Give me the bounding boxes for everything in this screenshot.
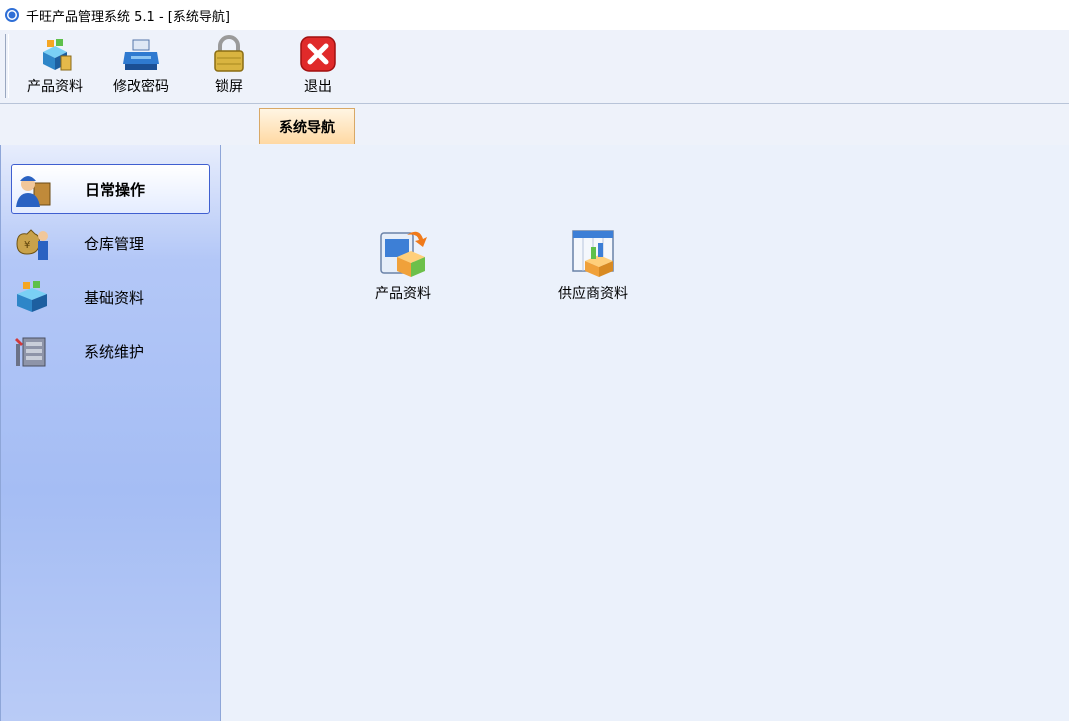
padlock-icon xyxy=(214,35,244,72)
tab-strip: 系统导航 xyxy=(0,104,1069,145)
toolbar-button-label: 产品资料 xyxy=(27,79,83,95)
title-bar: 千旺产品管理系统 5.1 - [系统导航] xyxy=(0,0,1069,30)
sidebar-item-label: 日常操作 xyxy=(85,180,146,199)
app-window: 千旺产品管理系统 5.1 - [系统导航] 产品资料 修改密码 锁屏 退出 系统… xyxy=(0,0,1069,721)
supplier-info-shortcut[interactable]: 供应商资料 xyxy=(546,221,640,303)
app-logo-icon xyxy=(5,8,19,22)
product-box-icon xyxy=(17,281,47,312)
lock-screen-button[interactable]: 锁屏 xyxy=(205,34,253,98)
main-panel: 产品资料 供应商资料 xyxy=(221,145,1069,721)
toolbar-button-label: 退出 xyxy=(304,79,332,95)
close-x-icon xyxy=(300,36,336,72)
product-box-icon xyxy=(43,39,72,71)
change-password-button[interactable]: 修改密码 xyxy=(108,34,174,98)
svg-text:¥: ¥ xyxy=(24,240,30,251)
tools-icon xyxy=(15,337,46,367)
product-export-icon xyxy=(380,231,427,277)
toolbar-button-label: 修改密码 xyxy=(113,79,169,95)
toolbar-button-label: 锁屏 xyxy=(215,79,243,95)
exit-button[interactable]: 退出 xyxy=(294,34,342,98)
sidebar-item-system-maintenance[interactable]: 系统维护 xyxy=(11,326,210,376)
worker-icon xyxy=(16,176,51,207)
window-title: 千旺产品管理系统 5.1 - [系统导航] xyxy=(26,9,230,25)
sidebar-item-label: 基础资料 xyxy=(84,288,145,307)
shortcut-label: 产品资料 xyxy=(375,286,431,302)
product-info-button[interactable]: 产品资料 xyxy=(22,34,88,98)
shortcut-label: 供应商资料 xyxy=(558,286,628,302)
printer-icon xyxy=(123,39,159,70)
toolbar-grip[interactable] xyxy=(5,34,9,98)
tab-system-navigation[interactable]: 系统导航 xyxy=(259,108,355,144)
main-toolbar: 产品资料 修改密码 锁屏 退出 xyxy=(0,30,1069,104)
sidebar-item-daily-operations[interactable]: 日常操作 xyxy=(11,164,210,214)
sidebar-item-basic-data[interactable]: 基础资料 xyxy=(11,272,210,322)
navigation-sidebar: 日常操作 ¥ 仓库管理 基础资料 系统维护 xyxy=(0,145,221,721)
sidebar-item-label: 仓库管理 xyxy=(84,234,145,253)
product-info-shortcut[interactable]: 产品资料 xyxy=(363,221,443,303)
sidebar-item-warehouse-management[interactable]: ¥ 仓库管理 xyxy=(11,218,210,268)
money-bag-icon: ¥ xyxy=(16,229,48,260)
sidebar-item-label: 系统维护 xyxy=(84,342,145,361)
supplier-calendar-icon xyxy=(572,230,614,277)
tab-label: 系统导航 xyxy=(279,119,335,136)
